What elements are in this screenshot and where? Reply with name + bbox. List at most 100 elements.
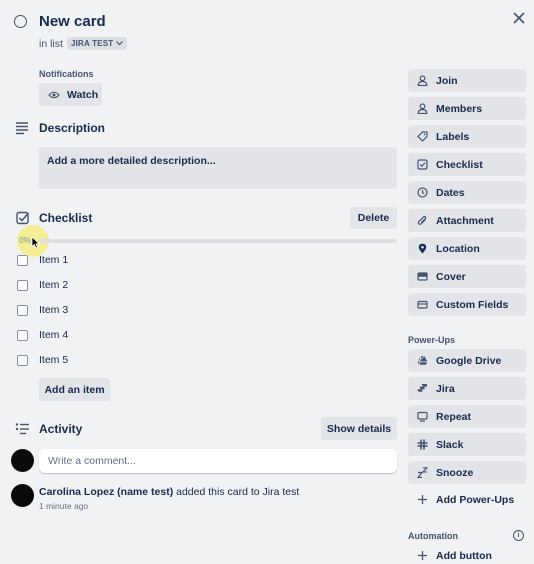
checklist-button[interactable]: Checklist [408,153,526,176]
location-button[interactable]: Location [408,237,526,260]
custom-fields-icon [417,299,428,310]
add-item-label: Add an item [44,383,105,396]
google-drive-button[interactable]: Google Drive [408,349,526,372]
activity-timestamp[interactable]: 1 minute ago [39,501,88,511]
mouse-cursor-icon [31,236,40,252]
activity-user[interactable]: Carolina Lopez (name test) [39,486,173,498]
jira-icon [417,383,428,394]
checklist-item-label[interactable]: Item 1 [39,254,68,266]
attachment-label: Attachment [436,214,494,227]
avatar[interactable] [11,484,34,507]
attachment-button[interactable]: Attachment [408,209,526,232]
members-label: Members [436,102,483,115]
slack-button[interactable]: Slack [408,433,526,456]
checklist-item-label[interactable]: Item 4 [39,329,68,341]
user-icon [417,75,428,86]
cover-label: Cover [436,270,466,283]
label-tag-icon [417,131,428,142]
checklist-item[interactable]: Item 3 [17,301,397,319]
slack-icon [417,439,428,450]
snooze-icon [417,467,428,478]
activity-title: Activity [39,422,83,436]
labels-button[interactable]: Labels [408,125,526,148]
show-details-button[interactable]: Show details [321,417,397,440]
card-status-circle-icon[interactable] [14,15,27,28]
eye-icon [48,91,60,98]
clock-icon [417,187,428,198]
add-checklist-item-button[interactable]: Add an item [39,378,110,401]
activity-entry: Carolina Lopez (name test) added this ca… [39,486,299,498]
add-power-ups-label: Add Power-Ups [436,493,515,506]
location-pin-icon [417,243,428,254]
delete-checklist-button[interactable]: Delete [350,207,397,229]
dates-label: Dates [436,186,465,199]
checklist-item[interactable]: Item 4 [17,326,397,344]
snooze-label: Snooze [436,466,474,479]
checklist-item-label[interactable]: Item 2 [39,279,68,291]
checklist-item[interactable]: Item 5 [17,351,397,369]
checklist-item[interactable]: Item 2 [17,276,397,294]
snooze-button[interactable]: Snooze [408,461,526,484]
google-drive-icon [417,355,428,366]
checkbox[interactable] [17,279,28,291]
checklist-item[interactable]: Item 1 [17,251,397,269]
comment-input[interactable]: Write a comment... [39,449,397,473]
checkbox[interactable] [17,329,28,341]
description-title: Description [39,121,106,135]
automation-label: Automation [408,531,458,541]
plus-icon [417,494,428,505]
repeat-label: Repeat [436,410,472,423]
add-button-button[interactable]: Add button [408,544,526,564]
members-button[interactable]: Members [408,97,526,120]
cover-icon [417,271,428,282]
checklist-progress-percent: 0% [19,236,31,245]
description-placeholder: Add a more detailed description... [47,155,216,167]
list-name-dropdown[interactable]: JIRA TEST [66,37,128,50]
cover-button[interactable]: Cover [408,265,526,288]
join-button[interactable]: Join [408,69,526,92]
jira-label: Jira [436,382,455,395]
checkbox[interactable] [17,304,28,316]
checklist-progress-bar [39,239,397,243]
members-icon [417,103,428,114]
checklist-icon [417,159,428,170]
google-drive-label: Google Drive [436,354,502,367]
checklist-button-label: Checklist [436,158,483,171]
slack-label: Slack [436,438,464,451]
in-list-prefix: in list [39,37,63,50]
add-power-ups-button[interactable]: Add Power-Ups [408,488,526,511]
info-icon[interactable]: i [513,530,524,541]
labels-label: Labels [436,130,470,143]
custom-fields-button[interactable]: Custom Fields [408,293,526,316]
list-name-label: JIRA TEST [70,39,114,48]
repeat-icon [417,411,428,422]
custom-fields-label: Custom Fields [436,298,509,311]
description-lines-icon [15,121,29,135]
checklist-icon [16,211,30,225]
chevron-down-icon [116,41,124,46]
list-breadcrumb: in list JIRA TEST [39,37,128,50]
add-button-label: Add button [436,549,492,562]
delete-label: Delete [357,212,390,224]
avatar[interactable] [11,449,34,472]
dates-button[interactable]: Dates [408,181,526,204]
power-ups-label: Power-Ups [408,335,456,345]
watch-button[interactable]: Watch [39,83,102,106]
paperclip-icon [417,215,428,226]
card-title[interactable]: New card [39,13,106,30]
show-details-label: Show details [326,422,392,435]
jira-button[interactable]: Jira [408,377,526,400]
checklist-title[interactable]: Checklist [39,211,92,225]
plus-icon [417,550,428,561]
comment-placeholder: Write a comment... [48,455,136,467]
checkbox[interactable] [17,354,28,366]
checkbox[interactable] [17,254,28,266]
repeat-button[interactable]: Repeat [408,405,526,428]
location-label: Location [436,242,480,255]
activity-action: added this card to Jira test [173,486,300,498]
description-editor[interactable]: Add a more detailed description... [39,147,397,189]
checklist-item-label[interactable]: Item 3 [39,304,68,316]
notifications-label: Notifications [39,69,94,79]
close-icon[interactable] [510,9,528,27]
checklist-item-label[interactable]: Item 5 [39,354,68,366]
